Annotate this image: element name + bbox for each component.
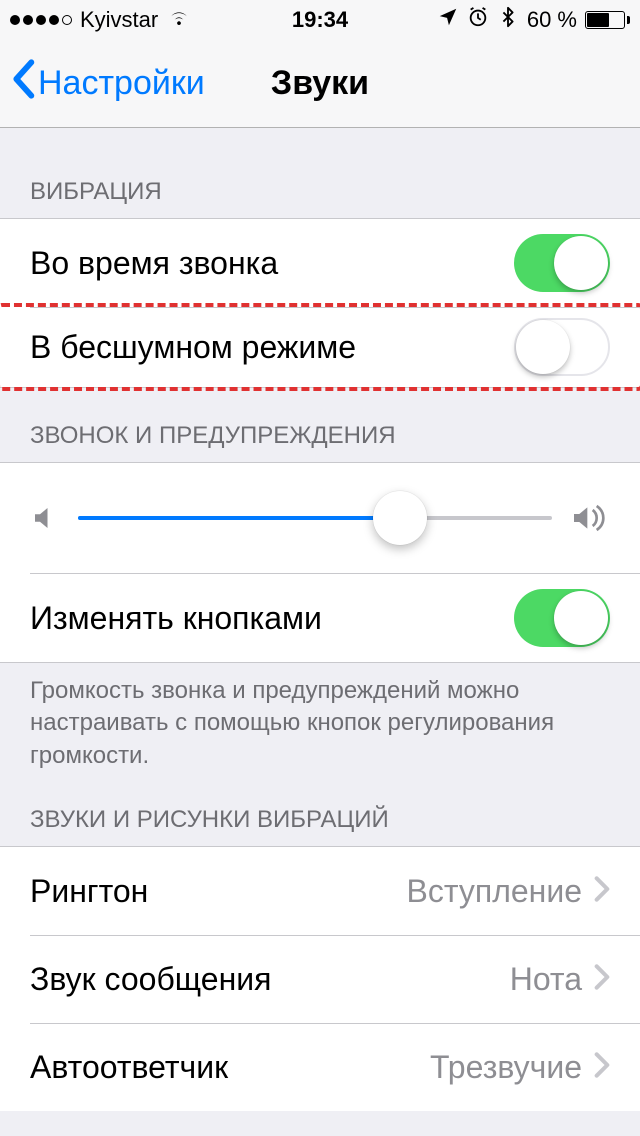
section-header-vibration: ВИБРАЦИЯ — [0, 128, 640, 218]
toggle-vibrate-on-ring[interactable] — [514, 234, 610, 292]
toggle-change-with-buttons[interactable] — [514, 589, 610, 647]
section-header-ringer: ЗВОНОК И ПРЕДУПРЕЖДЕНИЯ — [0, 388, 640, 462]
row-label: Во время звонка — [30, 245, 514, 282]
row-ringtone[interactable]: Рингтон Вступление — [0, 847, 640, 935]
back-label: Настройки — [38, 64, 205, 103]
location-icon — [437, 6, 459, 34]
status-time: 19:34 — [292, 7, 348, 33]
speaker-low-icon — [30, 503, 60, 533]
signal-strength-icon — [10, 15, 72, 25]
row-vibrate-on-silent[interactable]: В бесшумном режиме — [0, 303, 640, 391]
section-footer-ringer: Громкость звонка и предупреждений можно … — [0, 663, 640, 780]
status-left: Kyivstar — [10, 5, 192, 35]
row-label: Рингтон — [30, 873, 407, 910]
row-label: Автоответчик — [30, 1049, 430, 1086]
speaker-high-icon — [570, 501, 610, 535]
ringer-group: Изменять кнопками — [0, 462, 640, 663]
chevron-right-icon — [594, 1051, 610, 1084]
row-label: Звук сообщения — [30, 961, 510, 998]
alarm-icon — [467, 6, 489, 34]
row-label: Изменять кнопками — [30, 600, 514, 637]
sounds-group: Рингтон Вступление Звук сообщения Нота А… — [0, 846, 640, 1111]
page-title: Звуки — [271, 64, 369, 103]
wifi-icon — [166, 5, 192, 35]
battery-percent: 60 % — [527, 7, 577, 33]
nav-bar: Настройки Звуки — [0, 40, 640, 128]
chevron-left-icon — [10, 59, 38, 108]
row-value: Трезвучие — [430, 1049, 582, 1086]
row-change-with-buttons[interactable]: Изменять кнопками — [0, 574, 640, 662]
status-right: 60 % — [437, 6, 630, 34]
chevron-right-icon — [594, 875, 610, 908]
row-volume-slider — [0, 463, 640, 573]
toggle-vibrate-on-silent[interactable] — [514, 318, 610, 376]
row-voicemail[interactable]: Автоответчик Трезвучие — [0, 1023, 640, 1111]
carrier-label: Kyivstar — [80, 7, 158, 33]
row-label: В бесшумном режиме — [30, 329, 514, 366]
row-text-tone[interactable]: Звук сообщения Нота — [0, 935, 640, 1023]
chevron-right-icon — [594, 963, 610, 996]
bluetooth-icon — [497, 6, 519, 34]
section-header-patterns: ЗВУКИ И РИСУНКИ ВИБРАЦИЙ — [0, 780, 640, 846]
back-button[interactable]: Настройки — [0, 40, 205, 127]
row-vibrate-on-ring[interactable]: Во время звонка — [0, 219, 640, 307]
status-bar: Kyivstar 19:34 60 % — [0, 0, 640, 40]
row-value: Нота — [510, 961, 582, 998]
volume-slider[interactable] — [78, 498, 552, 538]
battery-icon — [585, 11, 630, 29]
vibration-group: Во время звонка В бесшумном режиме — [0, 218, 640, 388]
row-value: Вступление — [407, 873, 583, 910]
